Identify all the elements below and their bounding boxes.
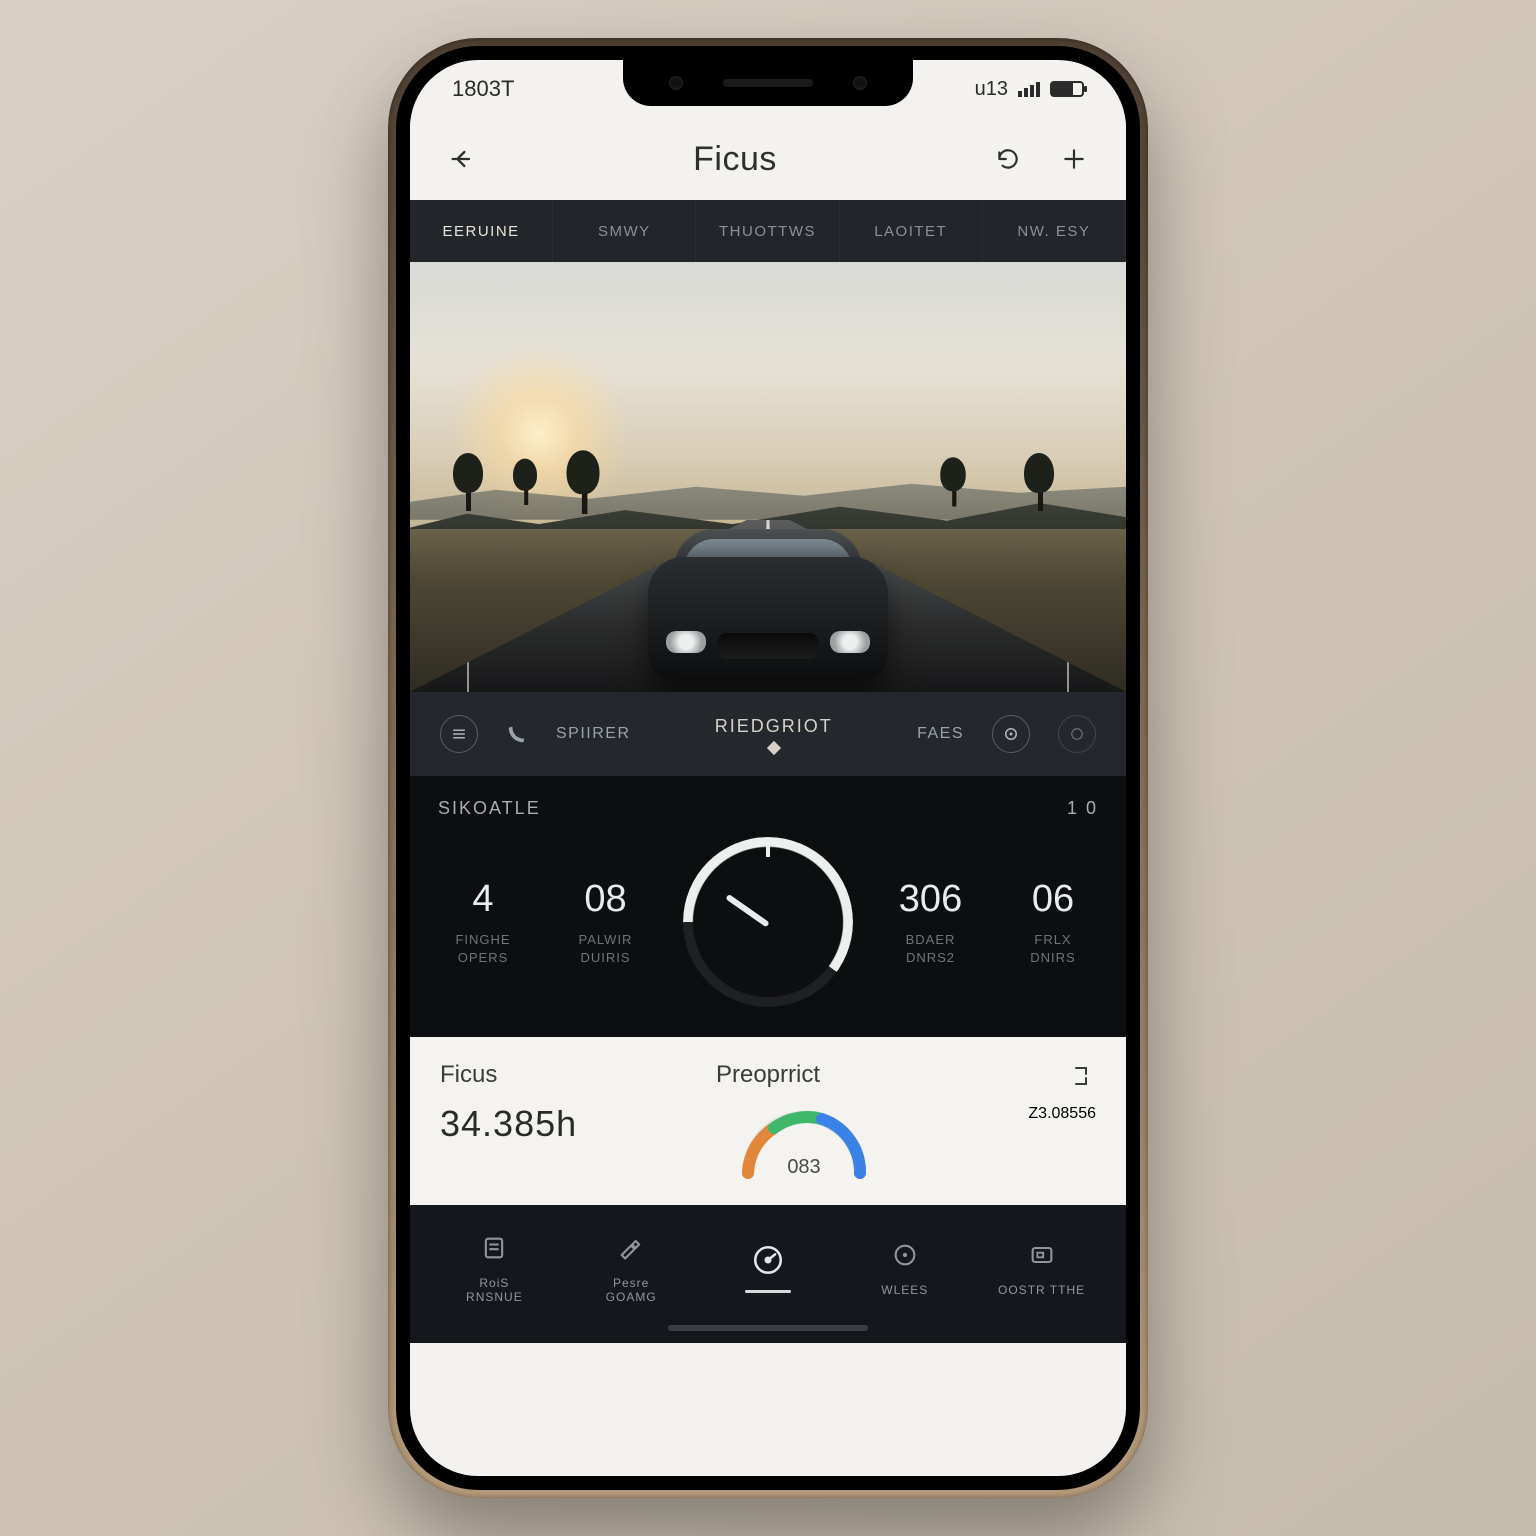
plus-icon bbox=[1061, 146, 1087, 172]
tab-nwesy[interactable]: NW. ESY bbox=[983, 200, 1126, 262]
dashboard-panel: SIKOATLE 1 0 4 FINGHE OPERS 08 PALWIR DUIR… bbox=[410, 776, 1126, 1037]
stat-3-label-b: DNRS2 bbox=[906, 950, 955, 965]
list-button[interactable] bbox=[440, 715, 478, 753]
arrow-left-icon bbox=[448, 145, 476, 173]
media-left-label: SPIIRER bbox=[556, 725, 631, 743]
nav-item-5[interactable]: OOSTR TTHE bbox=[992, 1235, 1092, 1297]
dot-circle-icon bbox=[885, 1235, 925, 1275]
stat-3-value: 306 bbox=[899, 878, 962, 921]
prev-button[interactable] bbox=[506, 723, 528, 745]
nav-2-label-b: GOAMG bbox=[606, 1290, 657, 1304]
media-center-label: RIEDGRIOT bbox=[715, 716, 833, 737]
stat-1: 4 FINGHE OPERS bbox=[438, 878, 528, 966]
nav-item-3[interactable] bbox=[718, 1240, 818, 1293]
stat-1-label-b: OPERS bbox=[458, 950, 509, 965]
category-tabs: EERUINE SMWY THUOTTWS LAOITET NW. ESY bbox=[410, 200, 1126, 262]
list-icon bbox=[450, 725, 468, 743]
tab-thuottws[interactable]: THUOTTWS bbox=[696, 200, 839, 262]
refresh-icon bbox=[995, 146, 1021, 172]
stat-4-value: 06 bbox=[1032, 878, 1074, 921]
target-button[interactable] bbox=[992, 715, 1030, 753]
expand-icon bbox=[1069, 1064, 1093, 1088]
refresh-button[interactable] bbox=[986, 137, 1030, 181]
nav-item-4[interactable]: WLEES bbox=[855, 1235, 955, 1297]
media-control-row: SPIIRER RIEDGRIOT FAES bbox=[410, 692, 1126, 776]
stat-4-label-a: FRLX bbox=[1034, 932, 1071, 947]
stat-1-label-a: FINGHE bbox=[455, 932, 510, 947]
gauge-icon bbox=[748, 1240, 788, 1280]
signal-icon bbox=[1018, 82, 1040, 97]
front-camera bbox=[669, 76, 683, 90]
stat-2-label-a: PALWIR bbox=[579, 932, 633, 947]
summary-gauge: 083 bbox=[734, 1103, 874, 1181]
target-icon bbox=[1002, 725, 1020, 743]
summary-mid-title: Preoprrict bbox=[716, 1061, 820, 1089]
sensor-dot bbox=[853, 76, 867, 90]
hero-image bbox=[410, 262, 1126, 692]
stat-2: 08 PALWIR DUIRIS bbox=[561, 878, 651, 966]
status-network-label: u13 bbox=[975, 78, 1008, 101]
media-center[interactable]: RIEDGRIOT bbox=[715, 716, 833, 753]
summary-left-value: 34.385h bbox=[440, 1103, 652, 1145]
media-right-label: FAES bbox=[917, 725, 964, 743]
stat-3: 306 BDAER DNRS2 bbox=[886, 878, 976, 966]
circle-icon bbox=[1070, 727, 1084, 741]
add-button[interactable] bbox=[1052, 137, 1096, 181]
record-button[interactable] bbox=[1058, 715, 1096, 753]
stat-4-label-b: DNIRS bbox=[1030, 950, 1075, 965]
tab-laoitet[interactable]: LAOITET bbox=[840, 200, 983, 262]
nav-5-label: OOSTR TTHE bbox=[998, 1283, 1085, 1297]
tab-smwy[interactable]: SMWY bbox=[553, 200, 696, 262]
dash-top-right: 1 0 bbox=[1067, 798, 1098, 819]
summary-card: Ficus 34.385h Preoprrict 083 bbox=[410, 1037, 1126, 1205]
stat-1-value: 4 bbox=[472, 878, 493, 921]
speed-dial bbox=[683, 837, 853, 1007]
diamond-icon bbox=[767, 740, 781, 754]
car-illustration bbox=[648, 529, 888, 679]
screen: 1803T u13 Ficus bbox=[410, 60, 1126, 1476]
summary-left-title: Ficus bbox=[440, 1061, 652, 1089]
nav-1-label-b: RNSNUE bbox=[466, 1290, 523, 1304]
tab-eeruine[interactable]: EERUINE bbox=[410, 200, 553, 262]
status-time: 1803T bbox=[452, 76, 514, 102]
summary-right-value: Z3.08556 bbox=[1028, 1105, 1096, 1123]
notes-icon bbox=[474, 1228, 514, 1268]
stat-2-label-b: DUIRIS bbox=[580, 950, 630, 965]
stat-3-label-a: BDAER bbox=[906, 932, 956, 947]
bottom-nav: RoiSRNSNUE PesreGOAMG WLEES OOSTR TTHE bbox=[410, 1205, 1126, 1343]
phone-bezel: 1803T u13 Ficus bbox=[396, 46, 1140, 1490]
battery-icon bbox=[1050, 81, 1084, 97]
summary-expand-button[interactable] bbox=[1066, 1061, 1096, 1091]
dash-top-left: SIKOATLE bbox=[438, 798, 541, 819]
nav-4-label: WLEES bbox=[881, 1283, 928, 1297]
nav-item-1[interactable]: RoiSRNSNUE bbox=[444, 1228, 544, 1305]
back-button[interactable] bbox=[440, 137, 484, 181]
notch bbox=[623, 60, 913, 106]
stat-2-value: 08 bbox=[584, 878, 626, 921]
earpiece bbox=[723, 79, 813, 87]
page-title: Ficus bbox=[693, 140, 777, 179]
app-header: Ficus bbox=[410, 118, 1126, 200]
hammer-icon bbox=[611, 1228, 651, 1268]
nav-2-label-a: Pesre bbox=[613, 1276, 649, 1290]
card-icon bbox=[1022, 1235, 1062, 1275]
stat-4: 06 FRLX DNIRS bbox=[1008, 878, 1098, 966]
phone-icon bbox=[506, 723, 528, 745]
nav-active-underline bbox=[745, 1290, 791, 1293]
nav-1-label-a: RoiS bbox=[479, 1276, 509, 1290]
nav-item-2[interactable]: PesreGOAMG bbox=[581, 1228, 681, 1305]
summary-gauge-label: 083 bbox=[734, 1156, 874, 1179]
phone-frame: 1803T u13 Ficus bbox=[388, 38, 1148, 1498]
